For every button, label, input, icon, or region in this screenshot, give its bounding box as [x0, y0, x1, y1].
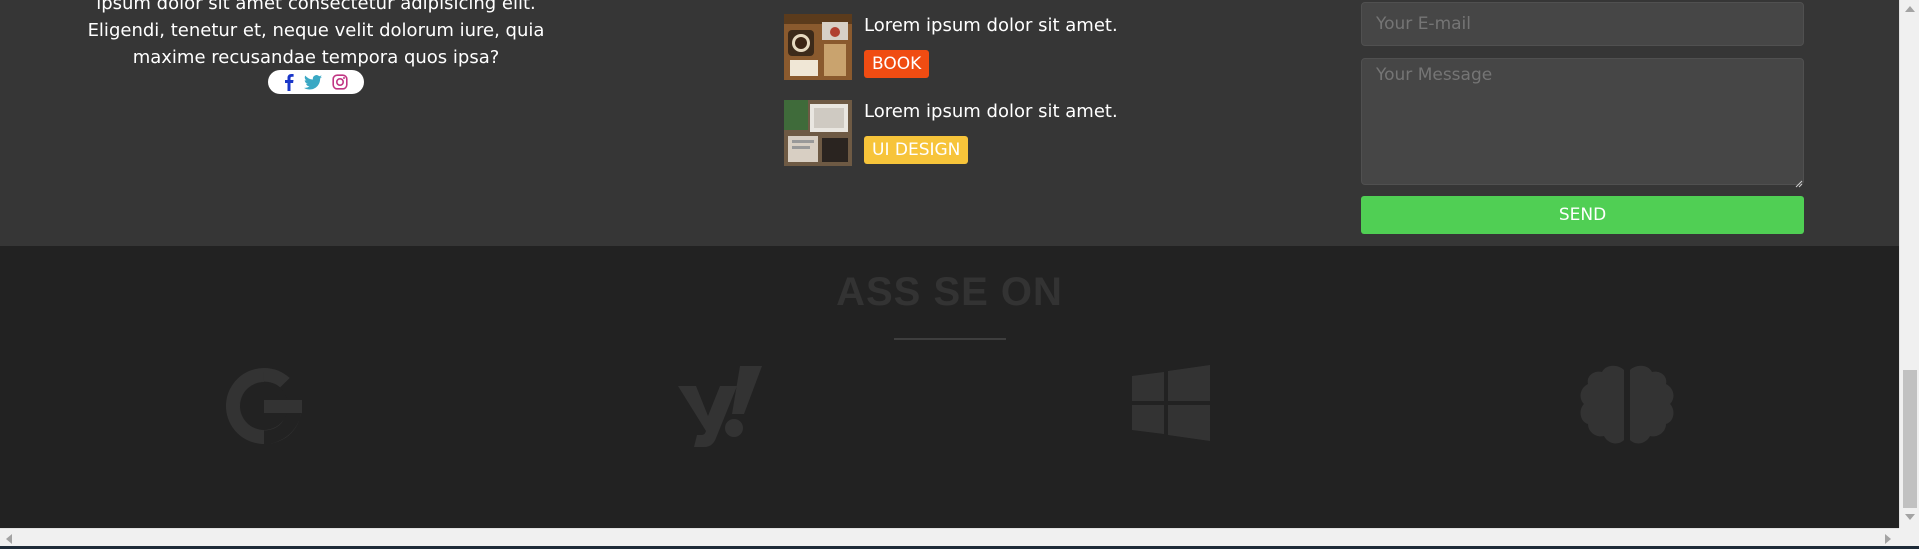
twitter-icon[interactable] [304, 74, 322, 90]
post-thumbnail[interactable] [784, 14, 852, 80]
post-item[interactable]: Lorem ipsum dolor sit amet. UI DESIGN [784, 100, 1204, 166]
recent-posts: Lorem ipsum dolor sit amet. BOOK Lorem i… [784, 14, 1204, 186]
post-thumbnail[interactable] [784, 100, 852, 166]
send-button[interactable]: SEND [1361, 196, 1804, 234]
scroll-down-arrow-icon[interactable] [1905, 514, 1915, 520]
vertical-scroll-thumb[interactable] [1903, 370, 1917, 508]
section-title: ASS SE ON [836, 270, 1063, 314]
footer-top: ipsum dolor sit amet consectetur adipisi… [0, 0, 1899, 246]
instagram-icon[interactable] [332, 74, 348, 90]
post-tag-book[interactable]: BOOK [864, 50, 930, 78]
social-links [268, 70, 364, 94]
scroll-up-arrow-icon[interactable] [1905, 6, 1915, 12]
title-divider [894, 338, 1006, 340]
message-field[interactable] [1361, 58, 1804, 185]
yahoo-icon [676, 364, 764, 452]
about-text: ipsum dolor sit amet consectetur adipisi… [87, 0, 545, 68]
brain-icon [1578, 364, 1676, 456]
post-title[interactable]: Lorem ipsum dolor sit amet. [864, 100, 1118, 124]
email-field[interactable] [1361, 2, 1804, 46]
facebook-icon[interactable] [284, 73, 294, 91]
post-title[interactable]: Lorem ipsum dolor sit amet. [864, 14, 1118, 38]
windows-icon [1132, 364, 1210, 446]
scroll-left-arrow-icon[interactable] [6, 534, 12, 544]
resize-grip-icon[interactable] [1793, 173, 1803, 188]
google-icon [222, 364, 306, 452]
post-tag-ui-design[interactable]: UI DESIGN [864, 136, 969, 164]
page-viewport: ipsum dolor sit amet consectetur adipisi… [0, 0, 1899, 528]
vertical-scrollbar[interactable] [1899, 0, 1919, 528]
scroll-right-arrow-icon[interactable] [1885, 534, 1891, 544]
post-item[interactable]: Lorem ipsum dolor sit amet. BOOK [784, 14, 1204, 80]
as-seen-on-section: ASS SE ON [0, 246, 1899, 528]
